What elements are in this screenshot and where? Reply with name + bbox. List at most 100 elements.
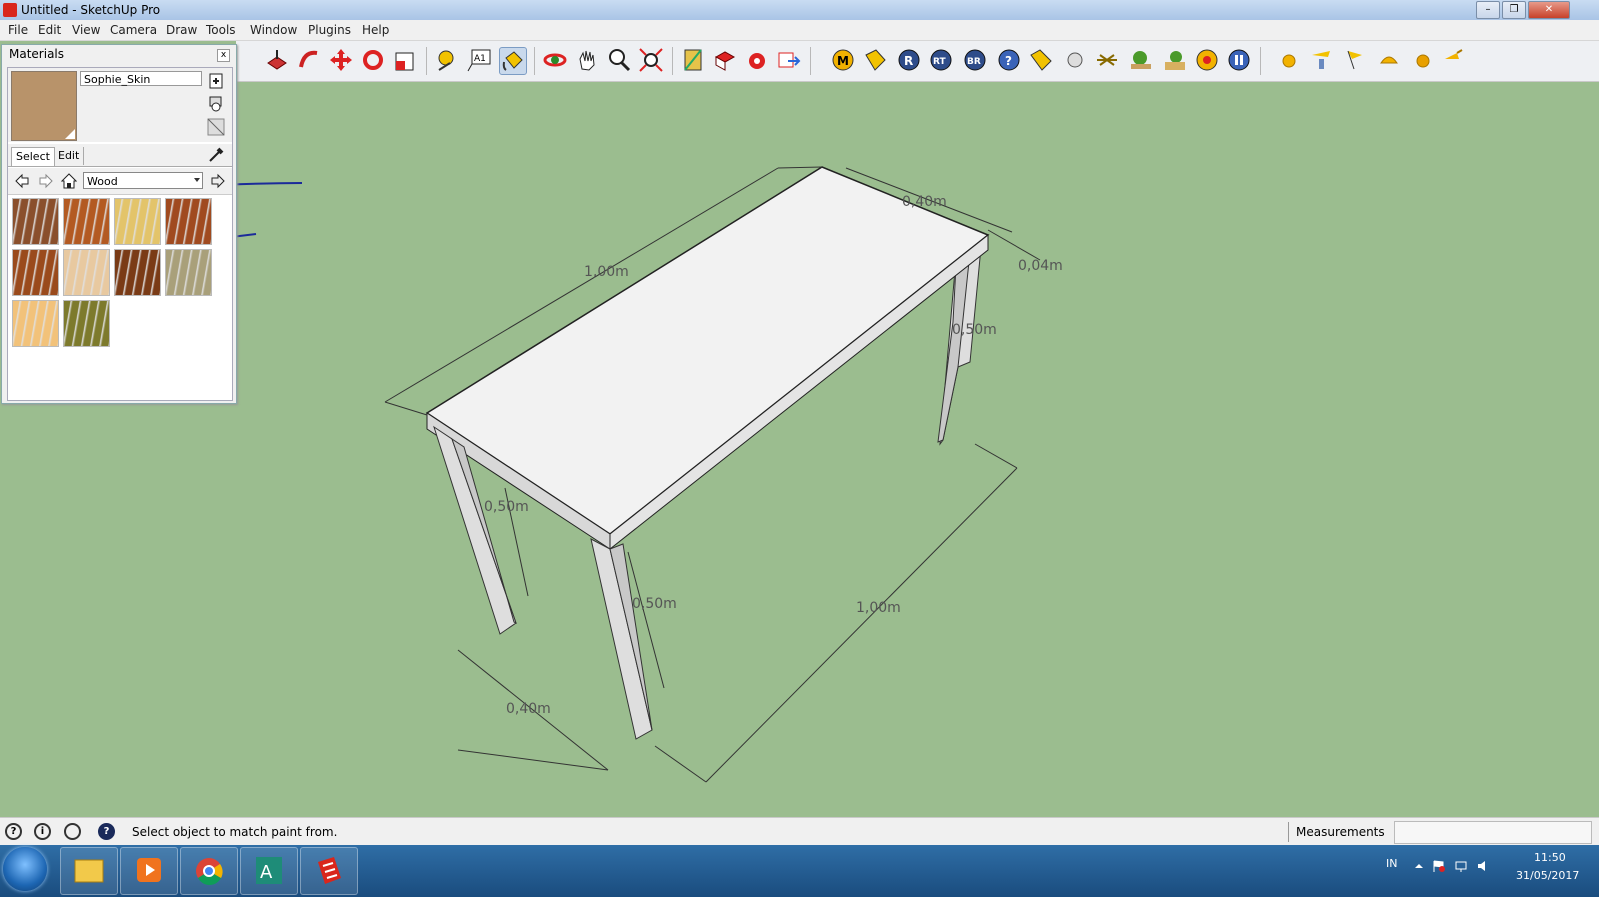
- start-button[interactable]: [3, 847, 47, 891]
- component-icon[interactable]: [712, 47, 738, 73]
- watering-icon[interactable]: [1440, 47, 1466, 73]
- menu-camera[interactable]: Camera: [110, 23, 157, 37]
- lamp-icon[interactable]: [1308, 47, 1334, 73]
- wood-swatch-5[interactable]: [12, 249, 59, 296]
- plugin-label-icon[interactable]: [1028, 47, 1054, 73]
- menu-help[interactable]: Help: [362, 23, 389, 37]
- network-icon[interactable]: [1454, 859, 1468, 873]
- dome-icon[interactable]: [1376, 47, 1402, 73]
- user-icon[interactable]: user: [64, 823, 81, 840]
- plugin-sun-icon[interactable]: [1094, 47, 1120, 73]
- current-material-swatch[interactable]: [11, 71, 77, 141]
- credits-icon[interactable]: i: [34, 823, 51, 840]
- section-plane-icon[interactable]: [680, 47, 706, 73]
- minimize-button[interactable]: –: [1476, 1, 1500, 19]
- warehouse-icon[interactable]: [744, 47, 770, 73]
- flag-icon[interactable]: [1342, 47, 1368, 73]
- main-toolbar: A1 M R RT BR ?: [236, 41, 1599, 82]
- plugin-rt-icon[interactable]: RT: [928, 47, 954, 73]
- wood-swatch-3[interactable]: [114, 198, 161, 245]
- plugin-m-icon[interactable]: M: [830, 47, 856, 73]
- wood-swatch-2[interactable]: [63, 198, 110, 245]
- materials-body: Sophie_Skin Select Edit Wood: [7, 67, 233, 401]
- taskbar-media-player-icon[interactable]: [120, 847, 178, 895]
- measurements-input[interactable]: [1394, 821, 1592, 844]
- move-icon[interactable]: [328, 47, 354, 73]
- sphere-ball-icon[interactable]: [1276, 47, 1302, 73]
- wood-swatch-4[interactable]: [165, 198, 212, 245]
- wood-swatch-6[interactable]: [63, 249, 110, 296]
- tray-language[interactable]: IN: [1386, 857, 1397, 870]
- taskbar-sketchup-icon[interactable]: [300, 847, 358, 895]
- menu-draw[interactable]: Draw: [166, 23, 197, 37]
- tray-clock-date[interactable]: 31/05/2017: [1516, 869, 1579, 882]
- details-arrow-icon[interactable]: [210, 173, 226, 189]
- menu-edit[interactable]: Edit: [38, 23, 61, 37]
- scale-icon[interactable]: [392, 47, 418, 73]
- status-message: Select object to match paint from.: [132, 825, 338, 839]
- material-name-input[interactable]: Sophie_Skin: [80, 71, 202, 86]
- text-tool-icon[interactable]: A1: [466, 47, 492, 73]
- follow-me-icon[interactable]: [296, 47, 322, 73]
- panel-close-button[interactable]: x: [217, 49, 230, 62]
- table-model[interactable]: 1,00m 0,40m 0,04m 0,50m 0,50m 0,50m 1,00…: [0, 82, 1599, 817]
- plugin-tree-icon[interactable]: [1128, 47, 1154, 73]
- menu-tools[interactable]: Tools: [206, 23, 236, 37]
- menu-view[interactable]: View: [72, 23, 100, 37]
- tray-expand-icon[interactable]: [1412, 859, 1426, 873]
- paint-bucket-icon[interactable]: [499, 47, 527, 75]
- drawing-canvas[interactable]: 1,00m 0,40m 0,04m 0,50m 0,50m 0,50m 1,00…: [0, 82, 1599, 817]
- plugin-r-icon[interactable]: R: [896, 47, 922, 73]
- pan-icon[interactable]: [574, 47, 600, 73]
- rotate-icon[interactable]: [360, 47, 386, 73]
- plugin-help-icon[interactable]: ?: [996, 47, 1022, 73]
- plugin-br-icon[interactable]: BR: [962, 47, 988, 73]
- wood-swatch-8[interactable]: [165, 249, 212, 296]
- tab-edit[interactable]: Edit: [54, 147, 85, 165]
- share-model-icon[interactable]: [776, 47, 802, 73]
- zoom-extents-icon[interactable]: [638, 47, 664, 73]
- volume-icon[interactable]: [1476, 859, 1490, 873]
- wood-swatch-7[interactable]: [114, 249, 161, 296]
- taskbar-chrome-icon[interactable]: [180, 847, 238, 895]
- taskbar-explorer-icon[interactable]: [60, 847, 118, 895]
- status-divider: [1288, 822, 1289, 842]
- tray-clock-time[interactable]: 11:50: [1534, 851, 1566, 864]
- dim-length-bottom: 1,00m: [856, 600, 901, 616]
- svg-text:BR: BR: [967, 57, 981, 67]
- geo-location-icon[interactable]: ?: [5, 823, 22, 840]
- default-material-icon[interactable]: [207, 118, 225, 136]
- menu-file[interactable]: File: [8, 23, 28, 37]
- tape-measure-icon[interactable]: [434, 47, 460, 73]
- library-dropdown-value: Wood: [87, 175, 118, 188]
- menu-plugins[interactable]: Plugins: [308, 23, 351, 37]
- maximize-button[interactable]: ❐: [1502, 1, 1526, 19]
- plugin-tag-icon[interactable]: [862, 47, 888, 73]
- forward-arrow-icon[interactable]: [38, 173, 54, 189]
- instructor-help-icon[interactable]: ?: [98, 823, 115, 840]
- svg-text:?: ?: [1005, 54, 1012, 68]
- create-material-icon[interactable]: [207, 94, 225, 112]
- panel-title: Materials: [9, 47, 65, 61]
- wood-swatch-10[interactable]: [63, 300, 110, 347]
- display-secondary-icon[interactable]: [207, 72, 225, 90]
- plugin-house-icon[interactable]: [1162, 47, 1188, 73]
- orbit-icon[interactable]: [542, 47, 568, 73]
- taskbar-autocad-icon[interactable]: A: [240, 847, 298, 895]
- zoom-icon[interactable]: [606, 47, 632, 73]
- back-arrow-icon[interactable]: [14, 173, 30, 189]
- wood-swatch-1[interactable]: [12, 198, 59, 245]
- menu-window[interactable]: Window: [250, 23, 297, 37]
- wood-swatch-9[interactable]: [12, 300, 59, 347]
- ball-half-icon[interactable]: [1410, 47, 1436, 73]
- library-dropdown[interactable]: Wood: [83, 172, 203, 189]
- plugin-sphere-icon[interactable]: [1062, 47, 1088, 73]
- eyedropper-icon[interactable]: [207, 146, 225, 164]
- close-button[interactable]: ✕: [1528, 1, 1570, 19]
- plugin-target-icon[interactable]: [1194, 47, 1220, 73]
- home-icon[interactable]: [61, 173, 77, 189]
- action-center-flag-icon[interactable]: [1432, 859, 1446, 873]
- tab-select[interactable]: Select: [11, 147, 55, 166]
- plugin-pause-icon[interactable]: [1226, 47, 1252, 73]
- push-pull-icon[interactable]: [264, 47, 290, 73]
